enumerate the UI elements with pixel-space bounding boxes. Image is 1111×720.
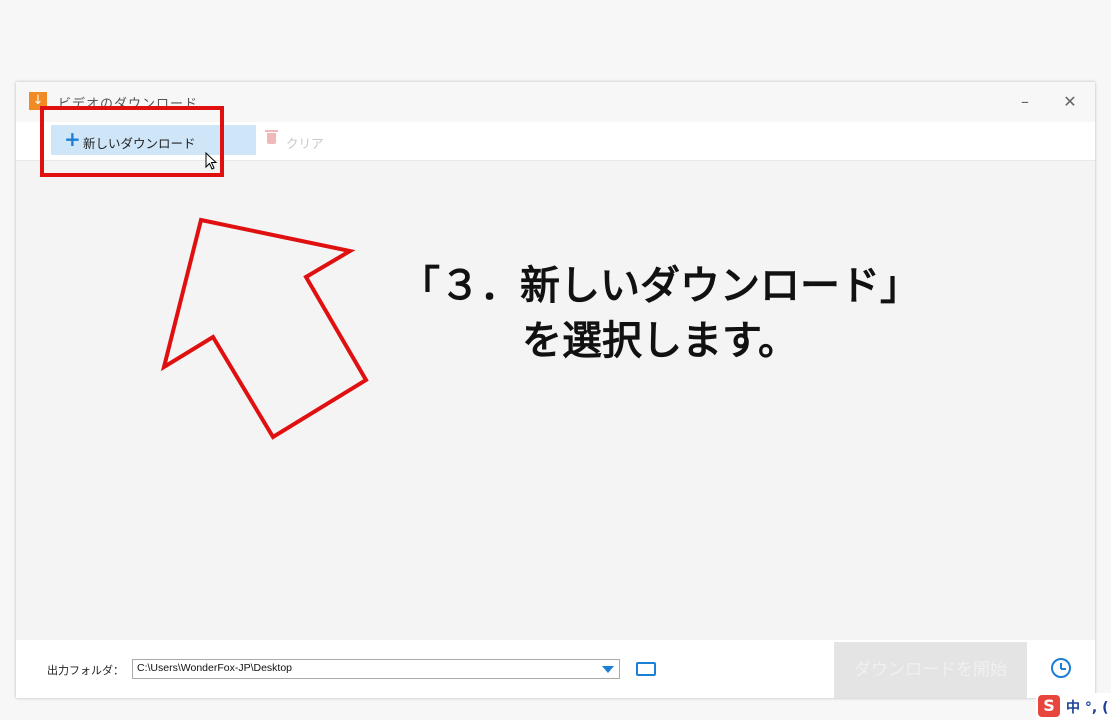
ime-toolbar[interactable]: S 中 °, ( — [1036, 693, 1111, 720]
caption-line-2: を選択します。 — [522, 317, 798, 364]
caption-line-1: 「３．新しいダウンロード」 — [400, 262, 920, 309]
ime-logo-icon: S — [1038, 695, 1060, 717]
ime-status: 中 °, ( — [1066, 700, 1109, 716]
instruction-caption: 「３．新しいダウンロード」 を選択します。 — [340, 258, 980, 368]
